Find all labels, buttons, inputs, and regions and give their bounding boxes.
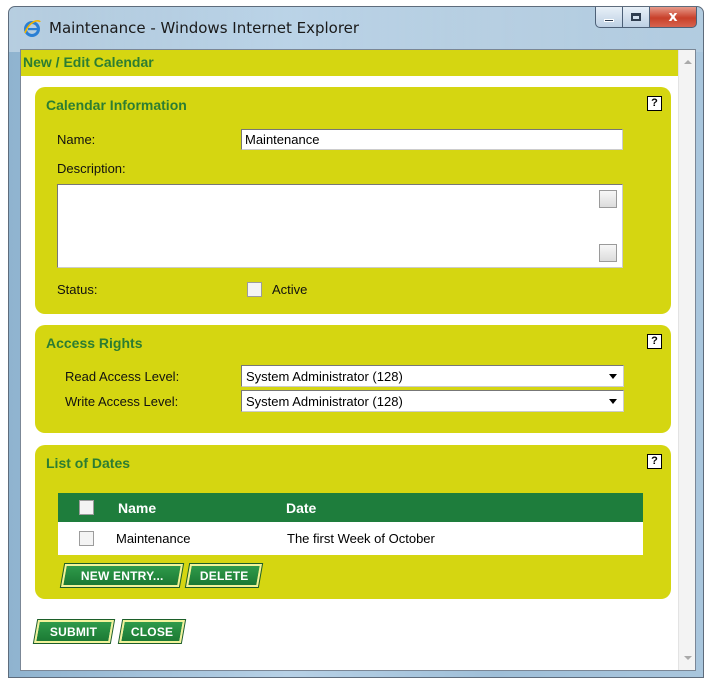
active-checkbox[interactable] xyxy=(247,282,262,297)
page-title: New / Edit Calendar xyxy=(21,50,680,76)
table-header: Name Date xyxy=(58,493,643,522)
calendar-information-title: Calendar Information xyxy=(46,97,187,113)
description-text xyxy=(58,185,622,191)
textarea-scroll-up-icon[interactable] xyxy=(599,190,617,208)
write-access-select[interactable]: System Administrator (128) xyxy=(241,390,624,412)
maximize-icon xyxy=(631,13,641,21)
help-icon[interactable]: ? xyxy=(647,96,662,111)
access-rights-title: Access Rights xyxy=(46,335,143,351)
description-label: Description: xyxy=(57,161,126,176)
vertical-scrollbar[interactable] xyxy=(678,50,695,670)
delete-button[interactable]: Delete xyxy=(184,563,264,588)
read-access-label: Read Access Level: xyxy=(65,369,180,384)
new-entry-button[interactable]: New Entry... xyxy=(59,563,185,588)
scroll-down-icon[interactable] xyxy=(684,656,692,660)
list-of-dates-panel: List of Dates ? Name Date Maintenance Th… xyxy=(35,445,671,599)
table-row[interactable]: Maintenance The first Week of October xyxy=(58,522,643,555)
window-controls: x xyxy=(595,7,697,29)
write-access-label: Write Access Level: xyxy=(65,394,179,409)
row-date-cell[interactable]: The first Week of October xyxy=(287,522,435,555)
internet-explorer-icon xyxy=(24,19,41,37)
minimize-button[interactable] xyxy=(595,7,623,28)
row-name-cell[interactable]: Maintenance xyxy=(116,522,190,555)
column-header-name: Name xyxy=(118,499,157,516)
scroll-up-icon[interactable] xyxy=(684,60,692,64)
name-input[interactable]: Maintenance xyxy=(241,129,623,150)
maximize-button[interactable] xyxy=(623,7,650,28)
active-label: Active xyxy=(272,282,308,297)
textarea-resize-icon[interactable] xyxy=(599,244,617,262)
browser-content: New / Edit Calendar Calendar Information… xyxy=(20,49,696,671)
submit-button[interactable]: Submit xyxy=(32,619,116,644)
submit-label: Submit xyxy=(50,624,98,639)
description-textarea[interactable] xyxy=(57,184,623,268)
read-access-value: System Administrator (128) xyxy=(246,369,403,384)
chevron-down-icon xyxy=(609,399,617,404)
name-label: Name: xyxy=(57,132,96,147)
minimize-icon xyxy=(604,18,614,22)
new-entry-label: New Entry... xyxy=(80,568,164,583)
close-label: Close xyxy=(130,624,174,639)
close-window-button[interactable]: x xyxy=(650,7,697,28)
chevron-down-icon xyxy=(609,374,617,379)
page: New / Edit Calendar Calendar Information… xyxy=(21,50,680,670)
window-title: Maintenance - Windows Internet Explorer xyxy=(49,19,360,37)
close-icon: x xyxy=(668,9,678,25)
browser-window: Maintenance - Windows Internet Explorer … xyxy=(8,6,704,678)
list-of-dates-title: List of Dates xyxy=(46,455,131,471)
status-label: Status: xyxy=(57,282,98,297)
column-header-date: Date xyxy=(286,499,317,516)
select-all-checkbox[interactable] xyxy=(79,500,94,515)
access-rights-panel: Access Rights ? Read Access Level: Syste… xyxy=(35,325,671,433)
title-bar: Maintenance - Windows Internet Explorer … xyxy=(9,7,703,47)
calendar-information-panel: Calendar Information ? Name: Maintenance… xyxy=(35,87,671,314)
help-icon[interactable]: ? xyxy=(647,454,662,469)
write-access-value: System Administrator (128) xyxy=(246,394,403,409)
read-access-select[interactable]: System Administrator (128) xyxy=(241,365,624,387)
help-icon[interactable]: ? xyxy=(647,334,662,349)
close-button[interactable]: Close xyxy=(117,619,187,644)
dates-table: Name Date Maintenance The first Week of … xyxy=(58,493,643,555)
row-checkbox[interactable] xyxy=(79,531,94,546)
delete-label: Delete xyxy=(199,568,249,583)
